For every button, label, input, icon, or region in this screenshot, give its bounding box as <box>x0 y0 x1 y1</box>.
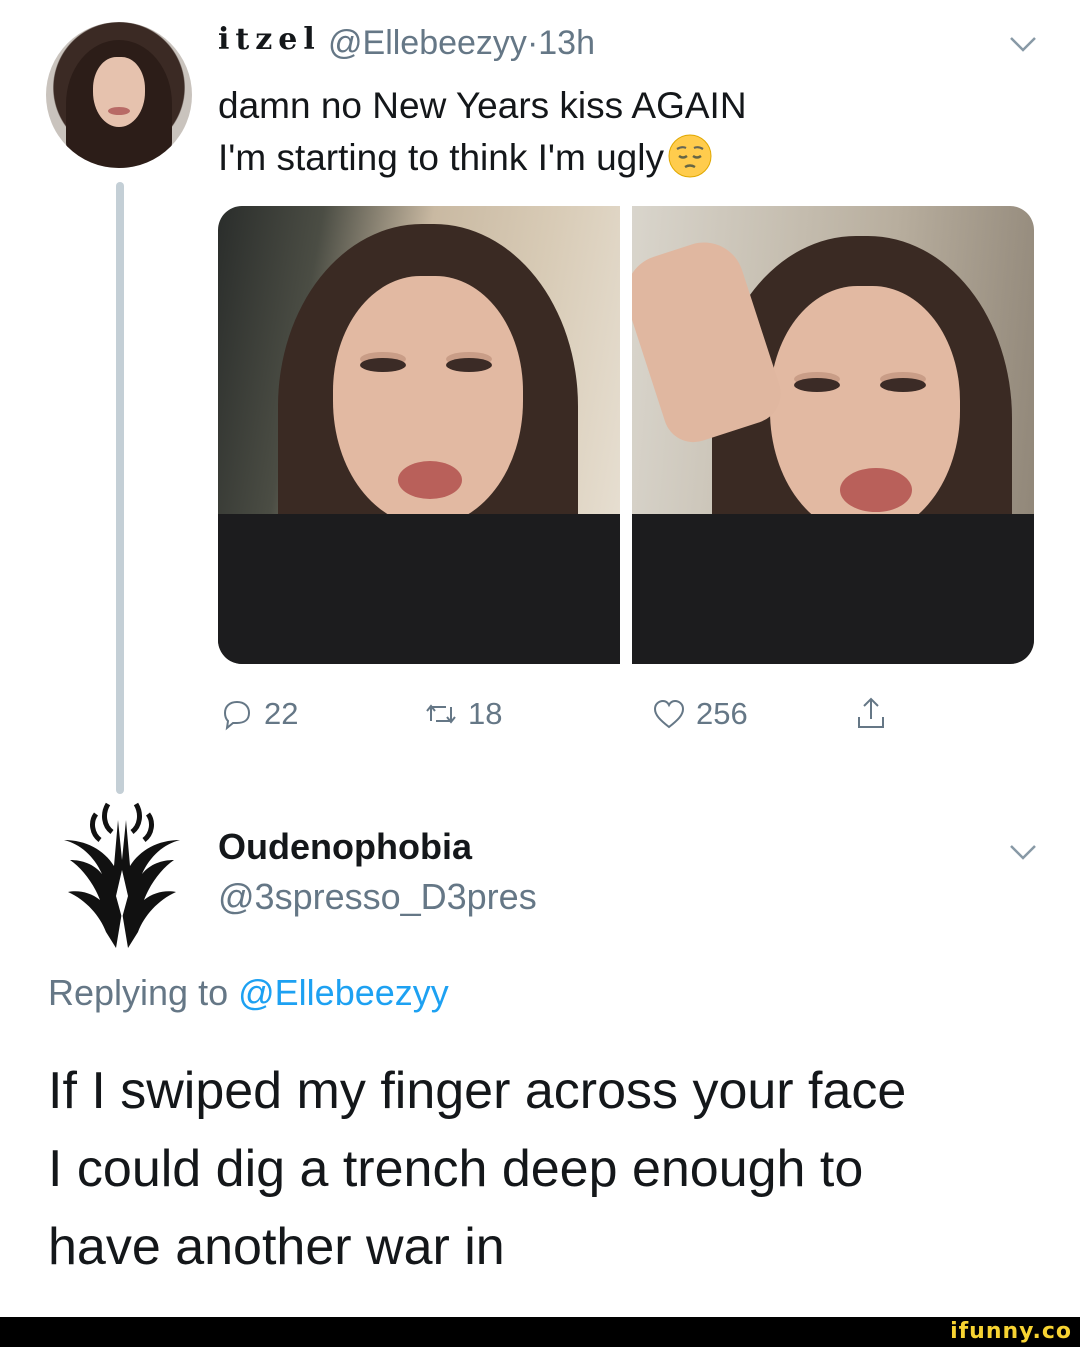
share-button[interactable] <box>852 692 890 736</box>
chevron-down-icon[interactable] <box>1008 842 1038 872</box>
retweet-count: 18 <box>468 696 503 731</box>
reply-display-name[interactable]: Oudenophobia <box>218 826 472 868</box>
mention-link[interactable]: @Ellebeezyy <box>238 972 449 1013</box>
reply-handle[interactable]: @3spresso_D3pres <box>218 876 537 918</box>
tweet-meta: @Ellebeezyy·13h <box>328 24 595 63</box>
tweet-text-line: damn no New Years kiss AGAIN <box>218 85 747 126</box>
original-tweet: itzel @Ellebeezyy·13h damn no New Years … <box>0 0 1080 800</box>
tweet-text: damn no New Years kiss AGAIN I'm startin… <box>218 80 747 184</box>
like-button[interactable]: 256 <box>650 692 748 736</box>
reply-text-line: If I swiped my finger across your face <box>48 1062 907 1120</box>
reply-text-line: have another war in <box>48 1218 505 1276</box>
like-count: 256 <box>696 696 748 731</box>
reply-text-line: I could dig a trench deep enough to <box>48 1140 864 1198</box>
display-name[interactable]: itzel <box>218 22 321 57</box>
selfie-photo-left[interactable] <box>218 206 620 664</box>
thread-line <box>116 182 124 794</box>
replying-prefix: Replying to <box>48 972 229 1013</box>
reply-count: 22 <box>264 696 299 731</box>
avatar[interactable] <box>46 22 192 168</box>
replying-to: Replying to @Ellebeezyy <box>48 972 449 1014</box>
retweet-button[interactable]: 18 <box>422 692 502 736</box>
footer-bar <box>0 1317 1080 1347</box>
watermark: ifunny.co <box>950 1319 1072 1344</box>
tweet-text-line: I'm starting to think I'm ugly <box>218 137 664 178</box>
reply-button[interactable]: 22 <box>218 692 298 736</box>
separator: · <box>526 24 539 62</box>
reply-text: If I swiped my finger across your face I… <box>48 1052 1058 1286</box>
retweet-icon <box>426 704 456 724</box>
pensive-face-emoji-icon <box>666 132 714 180</box>
chevron-down-icon[interactable] <box>1008 34 1038 64</box>
share-icon <box>858 697 884 728</box>
avatar[interactable] <box>60 800 184 948</box>
reply-icon <box>223 700 251 731</box>
timestamp[interactable]: 13h <box>538 24 595 62</box>
heart-icon <box>653 699 685 729</box>
selfie-photo-right[interactable] <box>632 206 1034 664</box>
tweet-actions: 22 18 256 <box>218 692 1018 736</box>
tweet-media[interactable] <box>218 206 1034 664</box>
handle[interactable]: @Ellebeezyy <box>328 24 527 62</box>
